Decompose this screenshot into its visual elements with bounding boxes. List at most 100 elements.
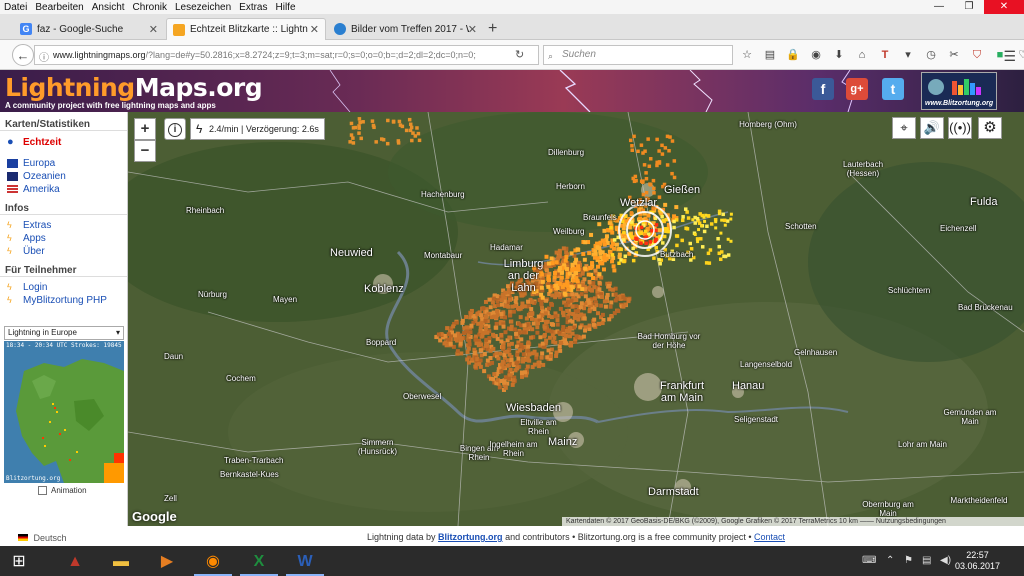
menu-datei[interactable]: Datei	[0, 2, 31, 13]
pocket-icon[interactable]: ◉	[809, 48, 823, 62]
zoom-in-button[interactable]: +	[134, 118, 156, 140]
tab-google-search[interactable]: G faz - Google-Suche ✕	[14, 18, 164, 40]
menu-hilfe[interactable]: Hilfe	[272, 2, 300, 13]
strike-dot	[672, 219, 676, 224]
google-plus-icon[interactable]: g+	[846, 78, 868, 100]
back-button[interactable]: ←	[12, 44, 34, 66]
minimap-stats-text: 18:34 - 20:34 UTC Strokes: 19845	[6, 342, 122, 349]
tab-close-icon[interactable]: ✕	[149, 23, 158, 36]
sidebar-item-echtzeit[interactable]: ● Echtzeit	[0, 136, 127, 149]
strike-dot	[569, 343, 574, 348]
europe-minimap[interactable]: 18:34 - 20:34 UTC Strokes: 19845 Blitzor…	[4, 341, 124, 483]
translate-icon[interactable]: T	[878, 48, 892, 62]
blitzortung-logo[interactable]: www.Blitzortung.org	[921, 72, 997, 110]
sidebar-item-ueber[interactable]: ϟ Über	[0, 245, 127, 258]
strike-dot	[466, 346, 471, 351]
start-button[interactable]: ⊞	[0, 548, 38, 576]
tab-lightningmaps[interactable]: Echtzeit Blitzkarte :: Lightning ✕	[166, 18, 326, 40]
tab-label: Bilder vom Treffen 2017 - W	[351, 23, 469, 35]
sidebar-item-extras[interactable]: ϟ Extras	[0, 219, 127, 232]
info-button[interactable]: i	[164, 118, 186, 140]
settings-button[interactable]: ⚙	[978, 117, 1002, 139]
home-icon[interactable]: ⌂	[855, 48, 869, 62]
language-selector[interactable]: Deutsch	[18, 533, 67, 543]
strike-dot	[519, 337, 524, 342]
history-icon[interactable]: ◷	[924, 48, 938, 62]
sidebar-item-europa[interactable]: Europa	[0, 157, 127, 170]
sidebar-item-login[interactable]: ϟ Login	[0, 281, 127, 294]
tab-close-icon[interactable]: ✕	[468, 23, 477, 36]
strike-dot	[590, 261, 595, 266]
search-input[interactable]: Suchen	[543, 45, 733, 65]
strike-dot	[626, 297, 631, 302]
strike-dot	[597, 222, 602, 227]
taskbar-app-autocad[interactable]: ▲	[56, 548, 94, 576]
tab-bilder-treffen[interactable]: Bilder vom Treffen 2017 - W ✕	[328, 18, 483, 40]
reader-list-icon[interactable]: ▤	[763, 48, 777, 62]
menu-lesezeichen[interactable]: Lesezeichen	[171, 2, 235, 13]
site-logo[interactable]: LightningMaps.org	[5, 73, 263, 102]
strike-dot	[520, 374, 525, 379]
menu-ansicht[interactable]: Ansicht	[88, 2, 129, 13]
network-icon[interactable]: ▤	[922, 555, 931, 566]
restore-icon[interactable]: ❐	[954, 0, 984, 14]
strike-dot	[717, 212, 721, 216]
menu-bearbeiten[interactable]: Bearbeiten	[31, 2, 87, 13]
map-region-select[interactable]: Lightning in Europe ▾	[4, 326, 124, 340]
volume-icon[interactable]: ◀)	[940, 555, 951, 566]
taskbar-app-excel[interactable]: X	[240, 548, 278, 576]
menu-hamburger-icon[interactable]: ☰	[1003, 48, 1016, 65]
tab-close-icon[interactable]: ✕	[310, 23, 319, 36]
url-bar[interactable]: ⓘ www.lightningmaps.org/?lang=de#y=50.28…	[34, 45, 539, 65]
new-tab-button[interactable]: +	[488, 20, 497, 38]
strike-dot	[559, 270, 564, 275]
taskbar-app-explorer[interactable]: ▬	[102, 548, 140, 576]
tray-up-icon[interactable]: ⌃	[886, 555, 894, 566]
menu-extras[interactable]: Extras	[235, 2, 271, 13]
sidebar-item-amerika[interactable]: Amerika	[0, 183, 127, 196]
keyboard-icon[interactable]: ⌨	[862, 555, 876, 566]
strike-dot	[564, 255, 569, 260]
facebook-icon[interactable]: f	[812, 78, 834, 100]
taskbar-app-firefox[interactable]: ◉	[194, 548, 232, 576]
strike-dot	[680, 218, 685, 223]
contact-link[interactable]: Contact	[754, 532, 785, 542]
sidebar-item-myblitzortung[interactable]: ϟ MyBlitzortung PHP	[0, 294, 127, 307]
lock-icon[interactable]: 🔒	[786, 48, 800, 62]
sound-button[interactable]: 🔊	[920, 117, 944, 139]
zoom-out-button[interactable]: −	[134, 140, 156, 162]
strike-dot	[485, 358, 490, 363]
strike-dot	[672, 159, 677, 163]
heart-icon[interactable]: ♡	[1016, 48, 1024, 62]
taskbar-app-media[interactable]: ▶	[148, 548, 186, 576]
screenshot-icon[interactable]: ✂	[947, 48, 961, 62]
dropdown-icon[interactable]: ▾	[901, 48, 915, 62]
minimize-icon[interactable]: —	[924, 0, 954, 14]
strike-dot	[599, 303, 604, 308]
clock[interactable]: 22:57 03.06.2017	[955, 550, 1000, 572]
sidebar-item-apps[interactable]: ϟ Apps	[0, 232, 127, 245]
strike-dot	[630, 235, 634, 239]
menu-chronik[interactable]: Chronik	[129, 2, 171, 13]
antenna-icon: ((•))	[949, 120, 971, 135]
bookmark-star-icon[interactable]: ☆	[740, 48, 754, 62]
flag-icon[interactable]: ⚑	[904, 555, 913, 566]
strike-dot	[580, 287, 585, 292]
broadcast-button[interactable]: ((•))	[948, 117, 972, 139]
taskbar-app-word[interactable]: W	[286, 548, 324, 576]
locate-button[interactable]: ⌖	[892, 117, 916, 139]
twitter-icon[interactable]: t	[882, 78, 904, 100]
info-icon[interactable]: ⓘ	[39, 49, 49, 64]
strike-dot	[416, 131, 421, 136]
reload-icon[interactable]: ↻	[515, 48, 524, 61]
animation-toggle[interactable]: Animation	[38, 486, 87, 495]
animation-checkbox[interactable]	[38, 486, 47, 495]
blitzortung-link[interactable]: Blitzortung.org	[438, 532, 503, 542]
red-tool-icon: ▲	[67, 553, 83, 570]
shield-icon[interactable]: ⛉	[970, 48, 984, 62]
close-window-icon[interactable]: ✕	[984, 0, 1024, 14]
download-icon[interactable]: ⬇	[832, 48, 846, 62]
sidebar-item-ozeanien[interactable]: Ozeanien	[0, 170, 127, 183]
map-attribution[interactable]: Kartendaten © 2017 GeoBasis-DE/BKG (©200…	[562, 517, 1024, 526]
lightning-map[interactable]: Dillenburg Herborn Hachenburg Rheinbach …	[128, 112, 1024, 526]
